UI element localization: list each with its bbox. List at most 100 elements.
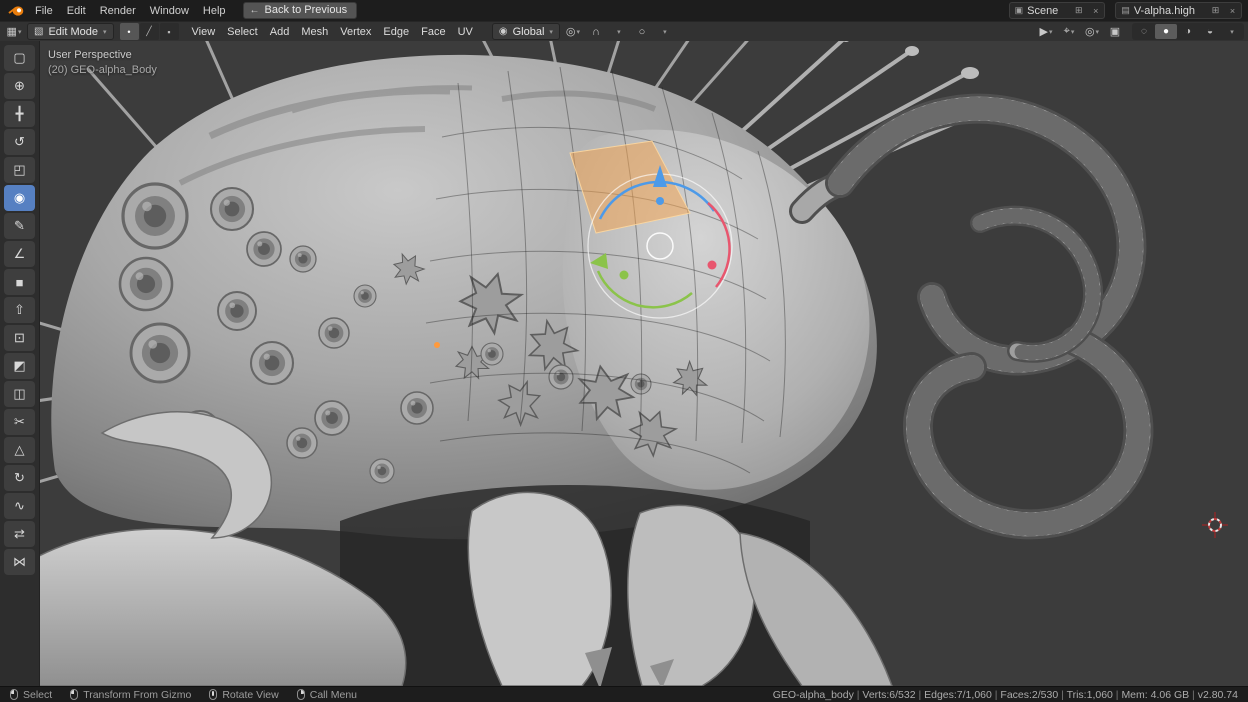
mouse-left-icon xyxy=(10,689,18,700)
select-mode-vertex-button[interactable]: • xyxy=(120,23,139,40)
tool-transform-button[interactable]: ◉ xyxy=(4,185,35,211)
menu-file[interactable]: File xyxy=(28,3,60,19)
pivot-point-icon: ◎ xyxy=(566,25,576,38)
chevron-down-icon: ▾ xyxy=(576,28,580,36)
chevron-down-icon: ▾ xyxy=(1096,28,1100,36)
tool-select-box-button[interactable]: ▢ xyxy=(4,45,35,71)
stat-memory: Mem: 4.06 GB xyxy=(1113,689,1189,701)
hint-transform-from-gizmo: Transform From Gizmo xyxy=(70,689,191,701)
hint-select-label: Select xyxy=(23,689,52,701)
menu-window[interactable]: Window xyxy=(143,3,196,19)
orientation-selector[interactable]: ◉ Global ▾ xyxy=(492,23,560,40)
tool-extrude-button[interactable]: ⇧ xyxy=(4,297,35,323)
snap-magnet-icon: ∩ xyxy=(592,26,600,38)
select-mode-edge-button[interactable]: ╱ xyxy=(140,23,159,40)
chevron-down-icon: ▾ xyxy=(663,28,667,36)
shading-material-button[interactable]: ◑ xyxy=(1177,24,1199,39)
mouse-left-drag-icon xyxy=(70,689,78,700)
stat-verts: Verts:6/532 xyxy=(854,689,916,701)
selected-vertex[interactable] xyxy=(434,342,440,348)
gizmos-toggle-button[interactable]: ⌖ ▾ xyxy=(1059,23,1079,40)
mouse-middle-icon xyxy=(209,689,217,700)
menu-render[interactable]: Render xyxy=(93,3,143,19)
gizmo-x-axis-handle[interactable] xyxy=(708,261,717,270)
hint-rotate-view: Rotate View xyxy=(209,689,278,701)
tool-rotate-button[interactable]: ↺ xyxy=(4,129,35,155)
menu-select[interactable]: Select xyxy=(221,24,264,40)
new-view-layer-icon[interactable]: ⊞ xyxy=(1209,5,1222,16)
viewport-canvas[interactable]: User Perspective (20) GEO-alpha_Body xyxy=(40,41,1248,686)
hint-select: Select xyxy=(10,689,52,701)
edit-mode-icon: ▧ xyxy=(34,26,43,37)
menu-edge[interactable]: Edge xyxy=(377,24,415,40)
chevron-down-icon: ▾ xyxy=(18,28,22,36)
back-to-previous-button[interactable]: ← Back to Previous xyxy=(243,2,358,19)
stat-tris: Tris:1,060 xyxy=(1058,689,1113,701)
pivot-point-button[interactable]: ◎ ▾ xyxy=(563,23,583,40)
tool-add-cube-button[interactable]: ■ xyxy=(4,269,35,295)
proportional-falloff-button[interactable]: ▾ xyxy=(655,23,675,40)
xray-toggle-button[interactable]: ▣ xyxy=(1105,23,1125,40)
tool-edge-slide-button[interactable]: ⇄ xyxy=(4,521,35,547)
new-scene-icon[interactable]: ⊞ xyxy=(1072,5,1085,16)
tool-knife-button[interactable]: ✂ xyxy=(4,409,35,435)
shading-settings-button[interactable]: ▾ xyxy=(1221,24,1243,39)
overlays-toggle-button[interactable]: ◎ ▾ xyxy=(1082,23,1102,40)
tool-move-button[interactable]: ╋ xyxy=(4,101,35,127)
topbar: File Edit Render Window Help ← Back to P… xyxy=(0,0,1248,21)
tool-loop-cut-button[interactable]: ◫ xyxy=(4,381,35,407)
tool-annotate-button[interactable]: ✎ xyxy=(4,213,35,239)
proportional-edit-button[interactable]: ○ xyxy=(632,23,652,40)
select-mode-face-button[interactable]: ▪ xyxy=(160,23,179,40)
viewport-3d-scene[interactable] xyxy=(40,41,1248,686)
xray-icon: ▣ xyxy=(1110,25,1120,38)
viewport-header: ▦ ▾ ▧ Edit Mode ▾ • ╱ ▪ View Select Add … xyxy=(0,21,1248,41)
unlink-scene-icon[interactable]: × xyxy=(1089,6,1102,16)
scene-selector[interactable]: ▣ Scene ⊞ × xyxy=(1009,2,1106,19)
gizmo-y-axis-handle[interactable] xyxy=(620,271,629,280)
view-layer-selector[interactable]: ▤ V-alpha.high ⊞ × xyxy=(1115,2,1242,19)
select-tool-dropdown-button[interactable]: ▶ ▾ xyxy=(1036,23,1056,40)
blender-logo-icon[interactable] xyxy=(6,5,26,17)
overlays-icon: ◎ xyxy=(1085,25,1095,38)
tool-bevel-button[interactable]: ◩ xyxy=(4,353,35,379)
shading-solid-button[interactable]: ● xyxy=(1155,24,1177,39)
tool-scale-button[interactable]: ◰ xyxy=(4,157,35,183)
tool-measure-button[interactable]: ∠ xyxy=(4,241,35,267)
chevron-down-icon: ▾ xyxy=(549,28,553,36)
tool-poly-build-button[interactable]: △ xyxy=(4,437,35,463)
menu-edit[interactable]: Edit xyxy=(60,3,93,19)
snap-toggle-button[interactable]: ∩ xyxy=(586,23,606,40)
mouse-right-icon xyxy=(297,689,305,700)
menu-view[interactable]: View xyxy=(186,24,222,40)
topbar-menus: File Edit Render Window Help xyxy=(28,3,233,19)
tool-smooth-button[interactable]: ∿ xyxy=(4,493,35,519)
editor-type-icon: ▦ xyxy=(7,25,17,38)
menu-uv[interactable]: UV xyxy=(452,24,479,40)
status-bar: Select Transform From Gizmo Rotate View … xyxy=(0,686,1248,702)
menu-add[interactable]: Add xyxy=(264,24,296,40)
shading-wireframe-button[interactable]: ◌ xyxy=(1133,24,1155,39)
tool-cursor-button[interactable]: ⊕ xyxy=(4,73,35,99)
shading-rendered-button[interactable]: ◒ xyxy=(1199,24,1221,39)
chevron-down-icon: ▾ xyxy=(1049,28,1053,36)
pointer-icon: ▶ xyxy=(1040,25,1048,38)
remove-view-layer-icon[interactable]: × xyxy=(1226,6,1239,16)
editor-type-button[interactable]: ▦ ▾ xyxy=(4,23,24,40)
hint-call-menu: Call Menu xyxy=(297,689,357,701)
tool-rip-region-button[interactable]: ⋈ xyxy=(4,549,35,575)
mode-label: Edit Mode xyxy=(48,26,98,38)
snap-settings-button[interactable]: ▾ xyxy=(609,23,629,40)
stat-edges: Edges:7/1,060 xyxy=(916,689,992,701)
tool-inset-faces-button[interactable]: ⊡ xyxy=(4,325,35,351)
menu-mesh[interactable]: Mesh xyxy=(295,24,334,40)
main-area: ▢ ⊕ ╋ ↺ ◰ ◉ ✎ ∠ ■ ⇧ ⊡ ◩ ◫ ✂ △ ↻ ∿ ⇄ ⋈ xyxy=(0,41,1248,686)
menu-vertex[interactable]: Vertex xyxy=(334,24,377,40)
scene-statistics: GEO-alpha_body Verts:6/532 Edges:7/1,060… xyxy=(773,689,1238,701)
mode-selector[interactable]: ▧ Edit Mode ▾ xyxy=(27,23,114,40)
hint-call-menu-label: Call Menu xyxy=(310,689,357,701)
menu-help[interactable]: Help xyxy=(196,3,233,19)
view-layer-icon: ▤ xyxy=(1121,5,1130,16)
tool-spin-button[interactable]: ↻ xyxy=(4,465,35,491)
menu-face[interactable]: Face xyxy=(415,24,451,40)
